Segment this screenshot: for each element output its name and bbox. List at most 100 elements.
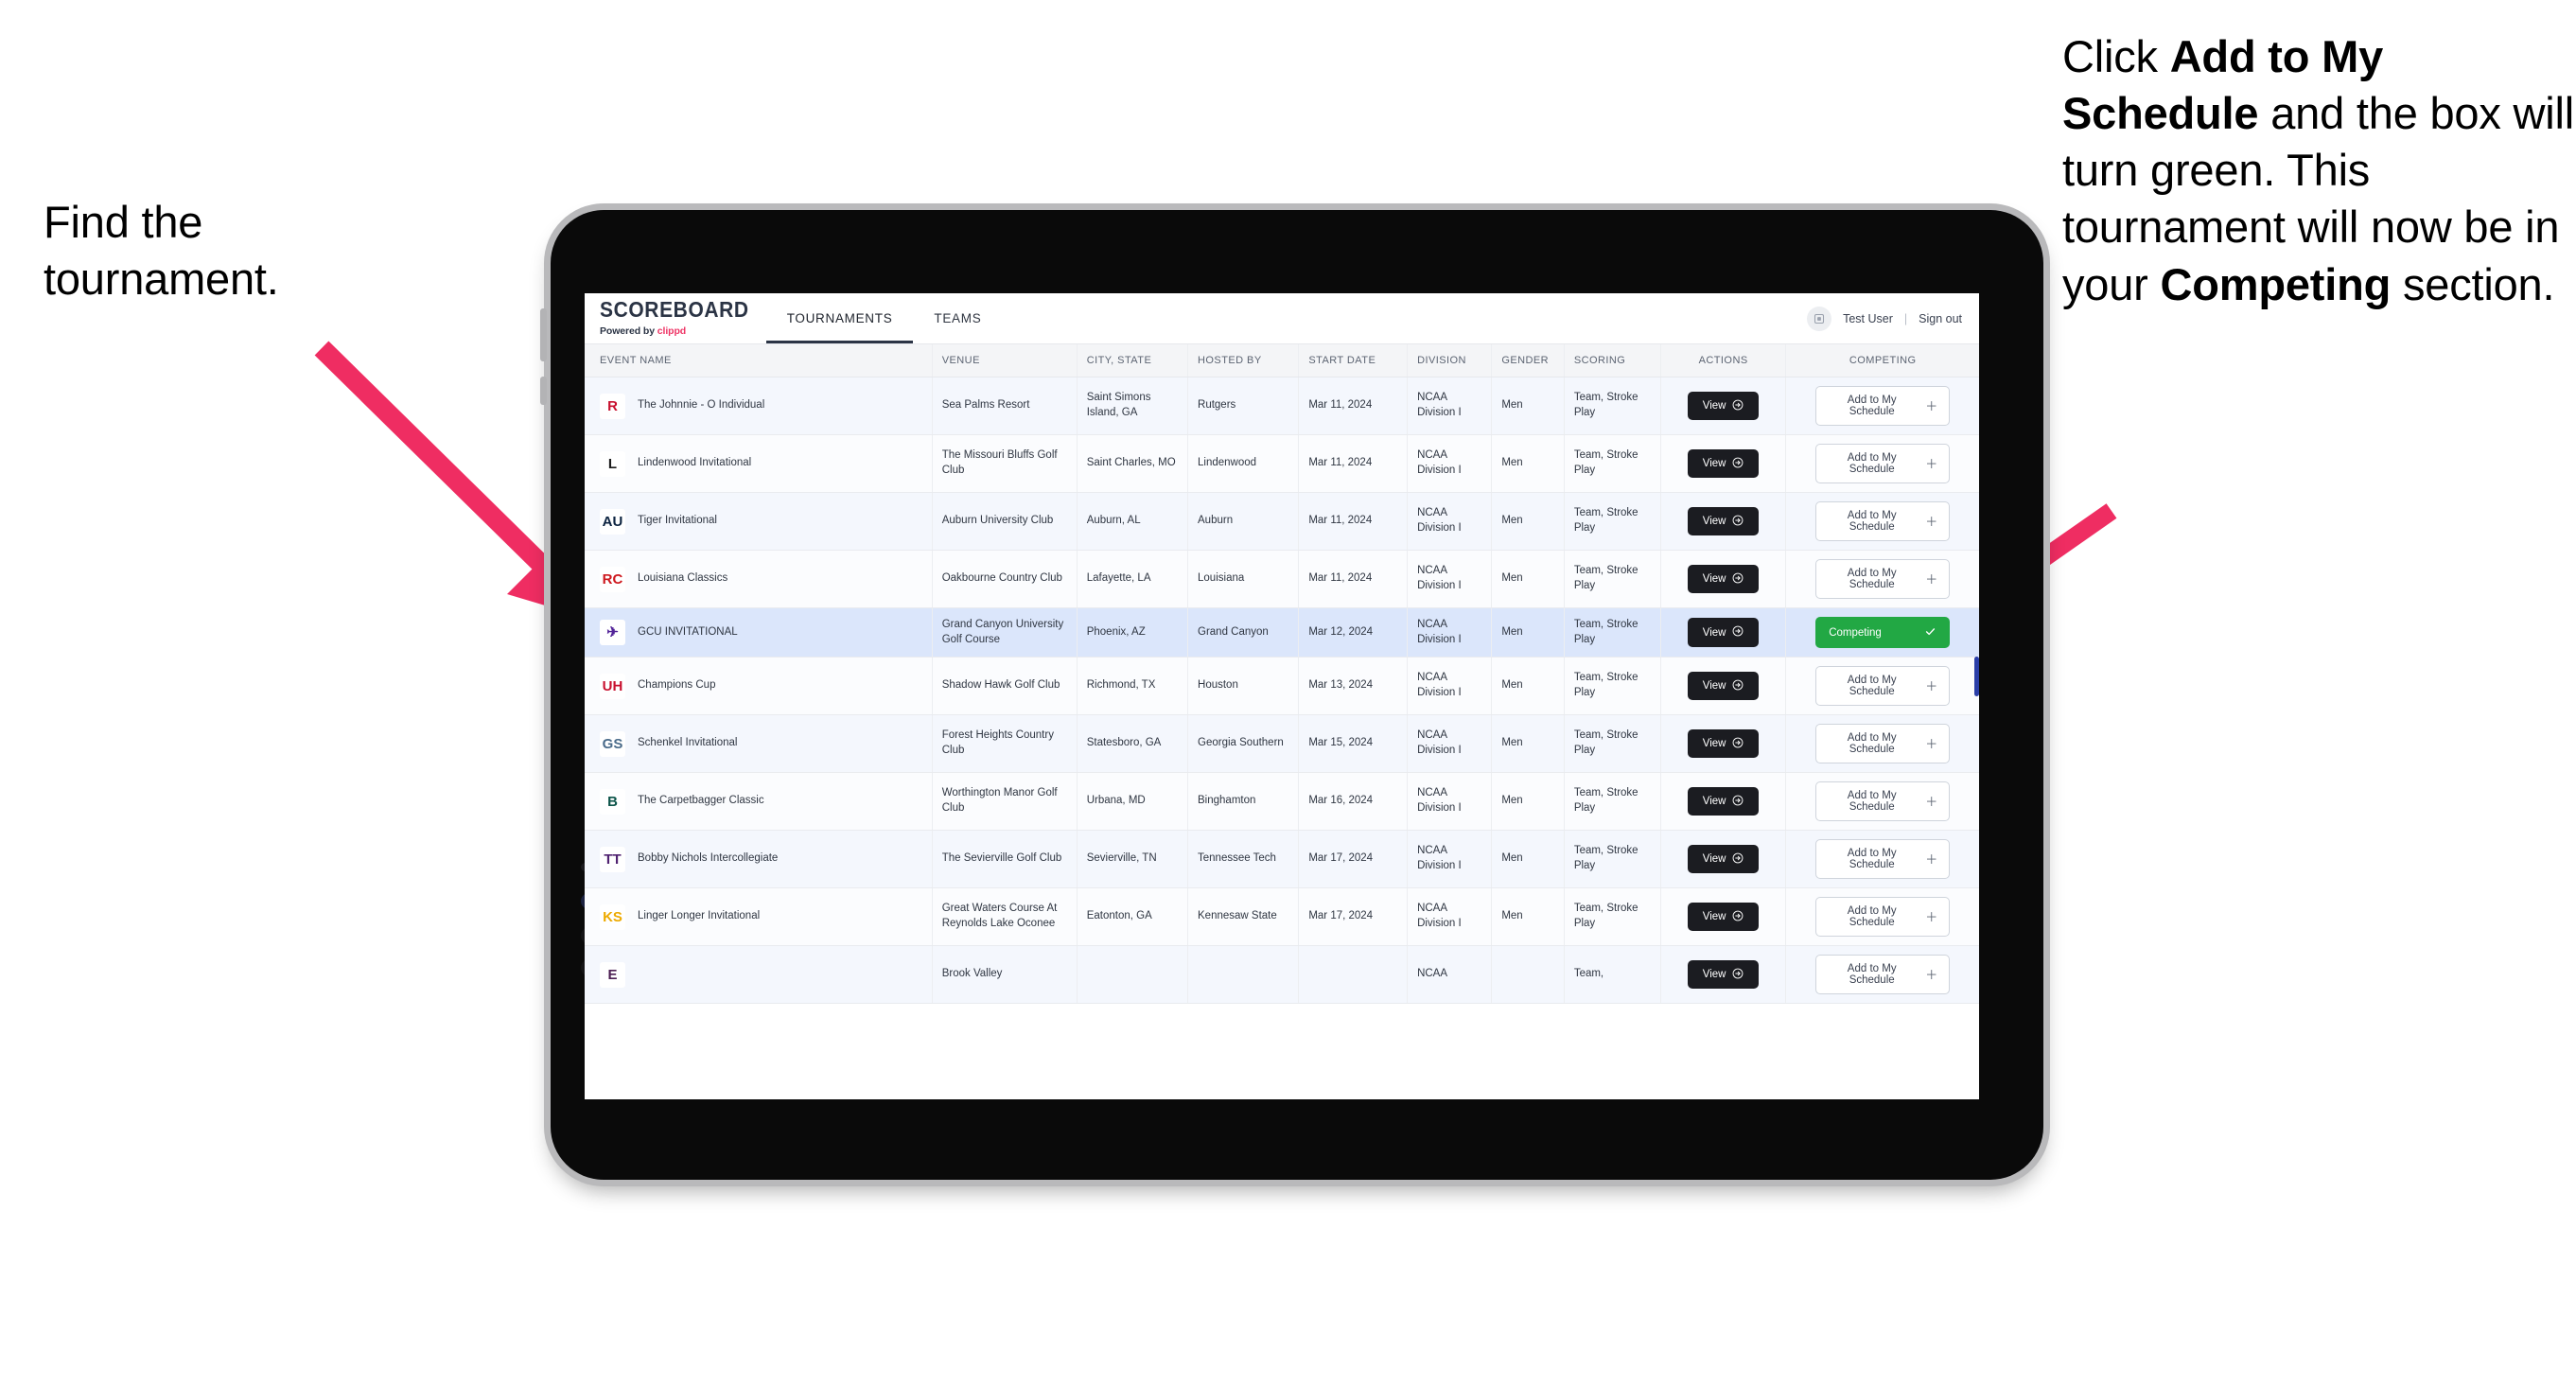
cell-start-date: Mar 11, 2024 xyxy=(1298,550,1409,608)
annotation-left: Find the tournament. xyxy=(44,194,450,307)
add-to-my-schedule-button[interactable]: Add to My Schedule ＋ xyxy=(1815,955,1951,994)
cell-start-date xyxy=(1298,945,1409,1004)
annotation-right-seg3: section. xyxy=(2391,258,2555,309)
column-header-city-state[interactable]: CITY, STATE xyxy=(1077,344,1189,377)
table-row[interactable]: E Brook Valley NCAA Team, View Add to My Sche… xyxy=(585,945,1979,1004)
cell-scoring: Team, Stroke Play xyxy=(1564,377,1661,435)
cell-division: NCAA Division I xyxy=(1407,887,1493,946)
cell-start-date: Mar 16, 2024 xyxy=(1298,772,1409,831)
view-button[interactable]: View xyxy=(1687,844,1760,874)
cell-event-name: L Lindenwood Invitational xyxy=(585,434,933,493)
cell-division: NCAA Division I xyxy=(1407,377,1493,435)
cell-event-name: B The Carpetbagger Classic xyxy=(585,772,933,831)
cell-event-name: RC Louisiana Classics xyxy=(585,550,933,608)
volume-down-button[interactable] xyxy=(540,377,547,405)
column-header-venue[interactable]: VENUE xyxy=(932,344,1078,377)
cell-start-date: Mar 11, 2024 xyxy=(1298,377,1409,435)
view-button[interactable]: View xyxy=(1687,959,1760,990)
competing-badge-button[interactable]: Competing xyxy=(1815,617,1951,648)
tab-teams[interactable]: TEAMS xyxy=(913,293,1002,343)
cell-competing: Add to My Schedule ＋ xyxy=(1785,434,1979,493)
user-avatar-icon[interactable] xyxy=(1807,306,1832,331)
view-button[interactable]: View xyxy=(1687,448,1760,479)
cell-hosted-by: Louisiana xyxy=(1187,550,1300,608)
table-row[interactable]: GS Schenkel Invitational Forest Heights Co… xyxy=(585,714,1979,773)
arrow-circle-right-icon xyxy=(1732,679,1744,693)
tab-tournaments[interactable]: TOURNAMENTS xyxy=(765,293,914,343)
add-to-my-schedule-label: Add to My Schedule xyxy=(1847,732,1897,755)
add-to-my-schedule-button[interactable]: Add to My Schedule ＋ xyxy=(1815,897,1951,937)
view-button-label: View xyxy=(1702,911,1726,922)
event-name-label: Champions Cup xyxy=(638,679,716,692)
table-row[interactable]: KS Linger Longer Invitational Great Waters… xyxy=(585,887,1979,946)
cell-event-name: KS Linger Longer Invitational xyxy=(585,887,933,946)
table-row[interactable]: L Lindenwood Invitational The Missouri Blu… xyxy=(585,434,1979,493)
annotation-right: Click Add to My Schedule and the box wil… xyxy=(2062,28,2576,313)
arrow-circle-right-icon xyxy=(1732,399,1744,413)
cell-competing: Add to My Schedule ＋ xyxy=(1785,714,1979,773)
cell-competing: Competing xyxy=(1785,607,1979,658)
cell-division: NCAA Division I xyxy=(1407,714,1493,773)
column-header-hosted-by[interactable]: HOSTED BY xyxy=(1187,344,1300,377)
cell-competing: Add to My Schedule ＋ xyxy=(1785,887,1979,946)
column-header-division[interactable]: DIVISION xyxy=(1407,344,1493,377)
cell-scoring: Team, Stroke Play xyxy=(1564,607,1661,658)
vertical-scrollbar[interactable] xyxy=(1974,657,1979,696)
cell-actions: View xyxy=(1660,657,1787,715)
arrow-circle-right-icon xyxy=(1732,968,1744,982)
table-row[interactable]: ✈ GCU INVITATIONAL Grand Canyon University… xyxy=(585,607,1979,658)
table-row[interactable]: AU Tiger Invitational Auburn University Cl… xyxy=(585,492,1979,551)
add-to-my-schedule-button[interactable]: Add to My Schedule ＋ xyxy=(1815,724,1951,763)
column-header-gender[interactable]: GENDER xyxy=(1491,344,1565,377)
cell-event-name: UH Champions Cup xyxy=(585,657,933,715)
table-row[interactable]: TT Bobby Nichols Intercollegiate The Sevie… xyxy=(585,830,1979,888)
view-button[interactable]: View xyxy=(1687,618,1760,647)
arrow-circle-right-icon xyxy=(1732,852,1744,867)
view-button[interactable]: View xyxy=(1687,391,1760,421)
plus-icon: ＋ xyxy=(1925,909,1938,924)
add-to-my-schedule-button[interactable]: Add to My Schedule ＋ xyxy=(1815,501,1951,541)
table-row[interactable]: R The Johnnie - O Individual Sea Palms Res… xyxy=(585,377,1979,435)
cell-venue: Forest Heights Country Club xyxy=(932,714,1078,773)
annotation-left-line2: tournament. xyxy=(44,254,279,305)
add-to-my-schedule-button[interactable]: Add to My Schedule ＋ xyxy=(1815,781,1951,821)
column-header-start-date[interactable]: START DATE xyxy=(1298,344,1409,377)
view-button[interactable]: View xyxy=(1687,786,1760,816)
table-row[interactable]: RC Louisiana Classics Oakbourne Country Cl… xyxy=(585,550,1979,608)
add-to-my-schedule-button[interactable]: Add to My Schedule ＋ xyxy=(1815,559,1951,599)
column-header-scoring[interactable]: SCORING xyxy=(1564,344,1661,377)
cell-division: NCAA Division I xyxy=(1407,607,1493,658)
add-to-my-schedule-button[interactable]: Add to My Schedule ＋ xyxy=(1815,444,1951,483)
view-button[interactable]: View xyxy=(1687,506,1760,536)
cell-division: NCAA Division I xyxy=(1407,434,1493,493)
cell-start-date: Mar 11, 2024 xyxy=(1298,434,1409,493)
arrow-circle-right-icon xyxy=(1732,625,1744,640)
cell-gender: Men xyxy=(1491,830,1565,888)
cell-gender: Men xyxy=(1491,434,1565,493)
event-name-label: Schenkel Invitational xyxy=(638,737,738,749)
cell-hosted-by: Grand Canyon xyxy=(1187,607,1300,658)
add-to-my-schedule-button[interactable]: Add to My Schedule ＋ xyxy=(1815,839,1951,879)
cell-city-state: Saint Charles, MO xyxy=(1077,434,1189,493)
arrow-circle-right-icon xyxy=(1732,795,1744,809)
add-to-my-schedule-button[interactable]: Add to My Schedule ＋ xyxy=(1815,666,1951,706)
cell-gender: Men xyxy=(1491,492,1565,551)
view-button[interactable]: View xyxy=(1687,902,1760,932)
cell-scoring: Team, xyxy=(1564,945,1661,1004)
cell-actions: View xyxy=(1660,377,1787,435)
view-button[interactable]: View xyxy=(1687,728,1760,759)
brand-logo: SCOREBOARD Powered by clippd xyxy=(585,293,766,343)
event-name-label: Louisiana Classics xyxy=(638,572,728,585)
tournaments-table-container[interactable]: EVENT NAME VENUE CITY, STATE HOSTED BY S… xyxy=(585,344,1979,1099)
column-header-event-name[interactable]: EVENT NAME xyxy=(585,344,933,377)
volume-up-button[interactable] xyxy=(540,308,547,361)
team-logo-icon: B xyxy=(600,788,625,815)
view-button[interactable]: View xyxy=(1687,671,1760,701)
table-row[interactable]: UH Champions Cup Shadow Hawk Golf Club Rich… xyxy=(585,657,1979,715)
cell-competing: Add to My Schedule ＋ xyxy=(1785,830,1979,888)
cell-scoring: Team, Stroke Play xyxy=(1564,772,1661,831)
add-to-my-schedule-button[interactable]: Add to My Schedule ＋ xyxy=(1815,386,1951,426)
view-button[interactable]: View xyxy=(1687,564,1760,594)
table-row[interactable]: B The Carpetbagger Classic Worthington Man… xyxy=(585,772,1979,831)
sign-out-link[interactable]: Sign out xyxy=(1919,312,1962,325)
